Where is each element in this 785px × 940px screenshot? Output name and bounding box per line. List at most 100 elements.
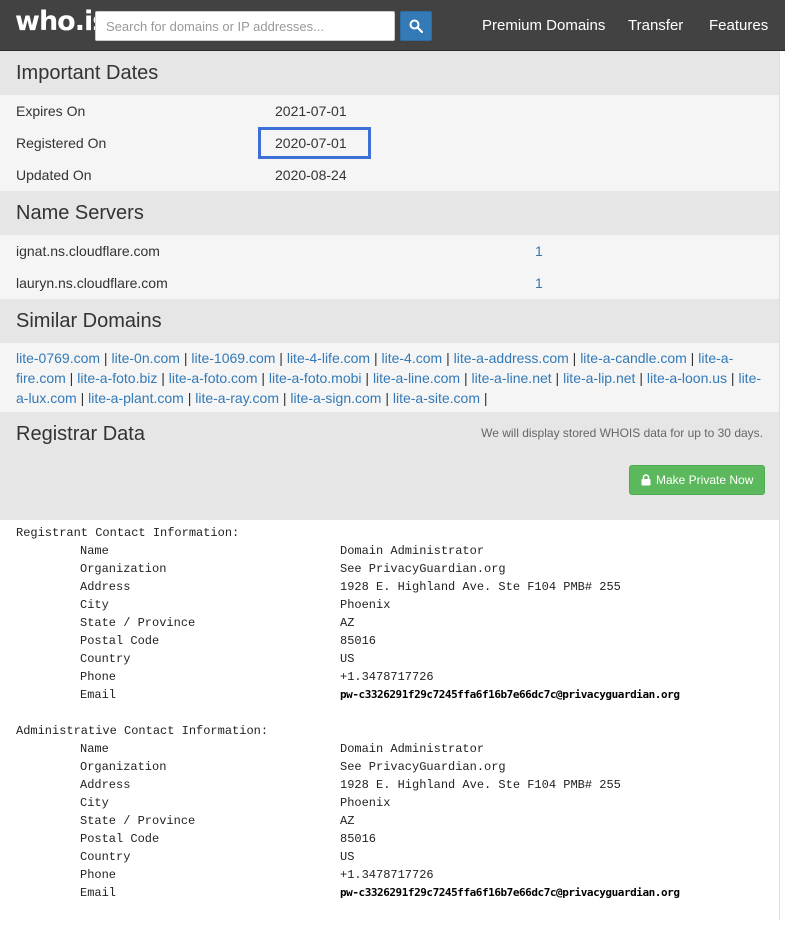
name-server-count-link[interactable]: 1 xyxy=(535,267,543,299)
search-input[interactable] xyxy=(95,11,395,41)
administrative-field-label: Postal Code xyxy=(80,832,160,846)
registrar-data-title: Registrar Data xyxy=(16,423,145,445)
whois-record: Registrant Contact Information: Name Domai… xyxy=(0,520,779,940)
registrant-field-label: Address xyxy=(80,580,131,594)
name-servers-list: ignat.ns.cloudflare.com 1 lauryn.ns.clou… xyxy=(0,235,779,299)
administrative-field-label: Organization xyxy=(80,760,167,774)
main-content: Important Dates Expires On 2021-07-01 Re… xyxy=(0,51,779,940)
similar-domain-link[interactable]: lite-a-foto.com xyxy=(169,370,258,386)
similar-domain-link[interactable]: lite-a-loon.us xyxy=(647,370,727,386)
registrant-field-value: See PrivacyGuardian.org xyxy=(340,562,506,576)
administrative-field-value: 1928 E. Highland Ave. Ste F104 PMB# 255 xyxy=(340,778,621,792)
registrant-field-label: State / Province xyxy=(80,616,196,630)
similar-domains-list: lite-0769.com | lite-0n.com | lite-1069.… xyxy=(0,343,779,412)
similar-domain-link[interactable]: lite-a-plant.com xyxy=(88,390,184,406)
nav-features[interactable]: Features xyxy=(709,17,768,34)
registrant-field-label: Postal Code xyxy=(80,634,160,648)
similar-domain-link[interactable]: lite-a-lip.net xyxy=(563,370,635,386)
site-logo[interactable]: who.is xyxy=(15,6,108,37)
separator: | xyxy=(480,390,488,406)
separator: | xyxy=(100,350,112,366)
separator: | xyxy=(257,370,269,386)
similar-domain-link[interactable]: lite-4-life.com xyxy=(287,350,370,366)
make-private-label: Make Private Now xyxy=(656,473,754,487)
registered-label: Registered On xyxy=(16,135,107,151)
search-button[interactable] xyxy=(400,11,432,41)
separator: | xyxy=(442,350,454,366)
similar-domains-header: Similar Domains xyxy=(0,299,779,343)
similar-domain-link[interactable]: lite-a-foto.mobi xyxy=(269,370,362,386)
administrative-field-label: State / Province xyxy=(80,814,196,828)
similar-domain-link[interactable]: lite-a-candle.com xyxy=(580,350,687,366)
separator: | xyxy=(76,390,89,406)
separator: | xyxy=(568,350,581,366)
make-private-button[interactable]: Make Private Now xyxy=(629,465,765,495)
name-server-count-link[interactable]: 1 xyxy=(535,235,543,267)
similar-domain-link[interactable]: lite-a-sign.com xyxy=(290,390,381,406)
similar-domain-link[interactable]: lite-a-line.com xyxy=(373,370,460,386)
registrant-field-value: +1.3478717726 xyxy=(340,670,434,684)
separator: | xyxy=(279,390,291,406)
separator: | xyxy=(381,390,393,406)
updated-label: Updated On xyxy=(16,167,92,183)
expires-row: Expires On 2021-07-01 xyxy=(0,95,779,127)
stored-data-note: We will display stored WHOIS data for up… xyxy=(481,426,763,440)
registrant-field-value: US xyxy=(340,652,355,666)
similar-domain-link[interactable]: lite-a-line.net xyxy=(472,370,552,386)
similar-domain-link[interactable]: lite-a-foto.biz xyxy=(77,370,157,386)
lock-icon xyxy=(641,474,651,486)
similar-domain-link[interactable]: lite-0n.com xyxy=(111,350,179,366)
name-server-link[interactable]: lauryn.ns.cloudflare.com xyxy=(16,267,168,299)
similar-domain-link[interactable]: lite-1069.com xyxy=(191,350,275,366)
registrant-email-value: pw-c3326291f29c7245ffa6f16b7e66dc7c@priv… xyxy=(340,688,680,701)
top-navbar: who.is Premium Domains Transfer Features xyxy=(0,0,785,51)
separator: | xyxy=(686,350,699,366)
registrar-data-header: Registrar Data We will display stored WH… xyxy=(0,412,779,520)
updated-value: 2020-08-24 xyxy=(275,167,347,183)
name-servers-header: Name Servers xyxy=(0,191,779,235)
administrative-field-value: AZ xyxy=(340,814,355,828)
registrant-field-value: Domain Administrator xyxy=(340,544,485,558)
name-server-link[interactable]: ignat.ns.cloudflare.com xyxy=(16,235,160,267)
administrative-field-label: Name xyxy=(80,742,109,756)
similar-domain-link[interactable]: lite-a-site.com xyxy=(393,390,480,406)
administrative-field-label: Address xyxy=(80,778,131,792)
separator: | xyxy=(370,350,382,366)
registrant-field-label: Phone xyxy=(80,670,117,684)
separator: | xyxy=(460,370,472,386)
separator: | xyxy=(635,370,647,386)
registrant-field-value: 1928 E. Highland Ave. Ste F104 PMB# 255 xyxy=(340,580,621,594)
administrative-field-value: 85016 xyxy=(340,832,377,846)
administrative-field-value: Phoenix xyxy=(340,796,391,810)
administrative-field-value: Domain Administrator xyxy=(340,742,485,756)
registrant-contact-title: Registrant Contact Information: xyxy=(16,526,240,540)
registered-date-highlight xyxy=(258,127,371,159)
administrative-field-value: See PrivacyGuardian.org xyxy=(340,760,506,774)
registrant-field-label: Email xyxy=(80,688,117,702)
administrative-field-label: Country xyxy=(80,850,131,864)
administrative-email-value: pw-c3326291f29c7245ffa6f16b7e66dc7c@priv… xyxy=(340,886,680,899)
name-server-row: ignat.ns.cloudflare.com 1 xyxy=(0,235,779,267)
registrant-field-label: Country xyxy=(80,652,131,666)
similar-domain-link[interactable]: lite-4.com xyxy=(382,350,443,366)
registrant-field-value: Phoenix xyxy=(340,598,391,612)
page-scrollbar[interactable] xyxy=(779,51,785,920)
registrant-field-label: City xyxy=(80,598,109,612)
registrant-field-value: 85016 xyxy=(340,634,377,648)
separator: | xyxy=(179,350,192,366)
registrant-field-label: Organization xyxy=(80,562,167,576)
name-servers-title: Name Servers xyxy=(16,202,144,224)
similar-domain-link[interactable]: lite-a-ray.com xyxy=(195,390,279,406)
separator: | xyxy=(361,370,373,386)
administrative-field-value: US xyxy=(340,850,355,864)
registrant-field-value: AZ xyxy=(340,616,355,630)
nav-transfer[interactable]: Transfer xyxy=(628,17,683,34)
name-server-row: lauryn.ns.cloudflare.com 1 xyxy=(0,267,779,299)
nav-premium-domains[interactable]: Premium Domains xyxy=(482,17,605,34)
separator: | xyxy=(65,370,78,386)
similar-domain-link[interactable]: lite-a-address.com xyxy=(454,350,569,366)
administrative-contact-title: Administrative Contact Information: xyxy=(16,724,269,738)
separator: | xyxy=(275,350,287,366)
similar-domain-link[interactable]: lite-0769.com xyxy=(16,350,100,366)
administrative-field-label: Email xyxy=(80,886,117,900)
